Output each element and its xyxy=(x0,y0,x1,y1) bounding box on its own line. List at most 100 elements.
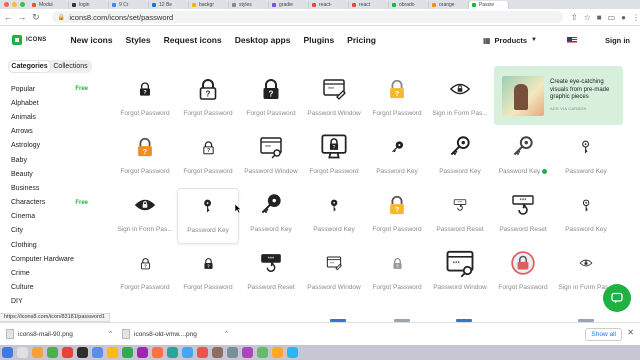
browser-tab[interactable]: Passw xyxy=(469,1,509,9)
sidebar-item-diy[interactable]: DIY xyxy=(0,295,100,309)
sidebar-item-culture[interactable]: Culture xyxy=(0,281,100,295)
icon-card[interactable]: *** Password Window xyxy=(303,72,365,128)
share-icon[interactable]: ⇧ xyxy=(571,13,578,22)
tab-categories[interactable]: Categories xyxy=(9,61,50,72)
nav-link-request-icons[interactable]: Request icons xyxy=(164,35,222,45)
show-all-button[interactable]: Show all xyxy=(585,328,622,341)
icon-card[interactable]: ? Forgot Password xyxy=(303,130,365,186)
icon-card[interactable]: ? Forgot Password xyxy=(366,72,428,128)
icon-card[interactable]: *** Password Window xyxy=(429,246,491,302)
sidebar-item-clothing[interactable]: Clothing xyxy=(0,238,100,252)
nav-link-new-icons[interactable]: New icons xyxy=(71,35,113,45)
forward-icon[interactable]: → xyxy=(16,11,28,23)
app-icon[interactable] xyxy=(287,347,298,358)
icon-card[interactable]: Password Key xyxy=(492,130,554,186)
app-icon[interactable] xyxy=(257,347,268,358)
carbon-ad[interactable]: Create eye-catching visuals from pre-mad… xyxy=(494,66,623,125)
url-field[interactable]: 🔒 icons8.com/icons/set/password xyxy=(51,11,563,23)
app-icon[interactable] xyxy=(182,347,193,358)
app-icon[interactable] xyxy=(227,347,238,358)
back-icon[interactable]: ← xyxy=(2,11,14,23)
sidebar-item-alphabet[interactable]: Alphabet xyxy=(0,96,100,110)
sidebar-icon[interactable]: ▭ xyxy=(608,13,616,22)
nav-link-desktop-apps[interactable]: Desktop apps xyxy=(235,35,291,45)
products-menu[interactable]: ▦ Products ▼ xyxy=(483,36,537,45)
us-flag-icon[interactable] xyxy=(567,36,577,44)
nav-link-pricing[interactable]: Pricing xyxy=(347,35,376,45)
browser-tab[interactable]: Modul xyxy=(29,1,69,9)
icon-card[interactable]: *** Password Window xyxy=(303,246,365,302)
icon-card[interactable]: ? Forgot Password xyxy=(114,246,176,302)
icon-card[interactable]: Password Key xyxy=(240,188,302,244)
icon-card[interactable]: Password Key xyxy=(366,130,428,186)
sidebar-item-crime[interactable]: Crime xyxy=(0,266,100,280)
icon-card[interactable]: ? Forgot Password xyxy=(177,72,239,128)
browser-tab[interactable]: 9 Cr xyxy=(109,1,149,9)
icon-card[interactable]: ? Forgot Password xyxy=(177,246,239,302)
app-icon[interactable] xyxy=(272,347,283,358)
launchpad-icon[interactable] xyxy=(17,347,28,358)
minimize-window-icon[interactable] xyxy=(12,2,17,7)
icon-card[interactable]: Password Key xyxy=(429,130,491,186)
profile-icon[interactable]: ● xyxy=(621,13,626,22)
download-item[interactable]: icons8-old-vmw....png ^ xyxy=(122,329,232,339)
icon-card[interactable]: Password Key xyxy=(555,188,617,244)
icons8-logo[interactable]: ICONS xyxy=(12,35,47,45)
sign-in-button[interactable]: Sign in xyxy=(605,36,630,45)
sidebar-item-business[interactable]: Business xyxy=(0,181,100,195)
sidebar-item-city[interactable]: City xyxy=(0,224,100,238)
browser-tab[interactable]: gradie xyxy=(269,1,309,9)
icon-card[interactable]: Password Key xyxy=(303,188,365,244)
app-icon[interactable] xyxy=(77,347,88,358)
sidebar-item-beauty[interactable]: Beauty xyxy=(0,167,100,181)
sidebar-item-popular[interactable]: Popular Free xyxy=(0,82,100,96)
chat-button[interactable] xyxy=(603,284,631,312)
chevron-up-icon[interactable]: ^ xyxy=(225,331,228,337)
finder-icon[interactable] xyxy=(2,347,13,358)
browser-tab[interactable]: styles xyxy=(229,1,269,9)
close-icon[interactable]: ✕ xyxy=(627,328,634,337)
browser-tab[interactable]: orange xyxy=(429,1,469,9)
zoom-window-icon[interactable] xyxy=(20,2,25,7)
sidebar-item-computer-hardware[interactable]: Computer Hardware xyxy=(0,252,100,266)
menu-dots-icon[interactable]: ⋮ xyxy=(632,13,640,22)
app-icon[interactable] xyxy=(32,347,43,358)
icon-card[interactable]: ? Forgot Password xyxy=(114,130,176,186)
icon-card[interactable]: *** Password Reset xyxy=(492,188,554,244)
browser-tab[interactable]: react- xyxy=(309,1,349,9)
browser-tab[interactable]: backgr xyxy=(189,1,229,9)
tab-collections[interactable]: Collections xyxy=(50,61,91,72)
sidebar-item-characters[interactable]: Characters Free xyxy=(0,196,100,210)
icon-card[interactable]: Password Key xyxy=(177,188,239,244)
sidebar-item-baby[interactable]: Baby xyxy=(0,153,100,167)
nav-link-styles[interactable]: Styles xyxy=(126,35,151,45)
icon-card[interactable]: ? Forgot Password xyxy=(177,130,239,186)
browser-tab[interactable]: obrado xyxy=(389,1,429,9)
sidebar-item-arrows[interactable]: Arrows xyxy=(0,125,100,139)
download-item[interactable]: icons8-mail-90.png ^ xyxy=(6,329,116,339)
app-icon[interactable] xyxy=(197,347,208,358)
nav-link-plugins[interactable]: Plugins xyxy=(303,35,334,45)
sidebar-item-cinema[interactable]: Cinema xyxy=(0,210,100,224)
browser-tab[interactable]: react xyxy=(349,1,389,9)
app-icon[interactable] xyxy=(167,347,178,358)
icon-card[interactable]: Sign in Form Pas... xyxy=(429,72,491,128)
sidebar-item-astrology[interactable]: Astrology xyxy=(0,139,100,153)
icon-card[interactable]: ? Forgot Password xyxy=(366,246,428,302)
chevron-up-icon[interactable]: ^ xyxy=(109,331,112,337)
bookmark-star-icon[interactable]: ☆ xyxy=(584,13,591,22)
app-icon[interactable] xyxy=(122,347,133,358)
app-icon[interactable] xyxy=(137,347,148,358)
extensions-icon[interactable]: ■ xyxy=(597,13,602,22)
window-controls[interactable] xyxy=(0,2,29,9)
app-icon[interactable] xyxy=(62,347,73,358)
icon-card[interactable]: ? Forgot Password xyxy=(114,72,176,128)
reload-icon[interactable]: ↻ xyxy=(30,11,42,23)
app-icon[interactable] xyxy=(92,347,103,358)
icon-card[interactable]: *** Password Reset xyxy=(240,246,302,302)
sidebar-item-animals[interactable]: Animals xyxy=(0,110,100,124)
app-icon[interactable] xyxy=(152,347,163,358)
icon-card[interactable]: ? Forgot Password xyxy=(240,72,302,128)
browser-tab[interactable]: login xyxy=(69,1,109,9)
icon-card[interactable]: *** Password Window xyxy=(240,130,302,186)
